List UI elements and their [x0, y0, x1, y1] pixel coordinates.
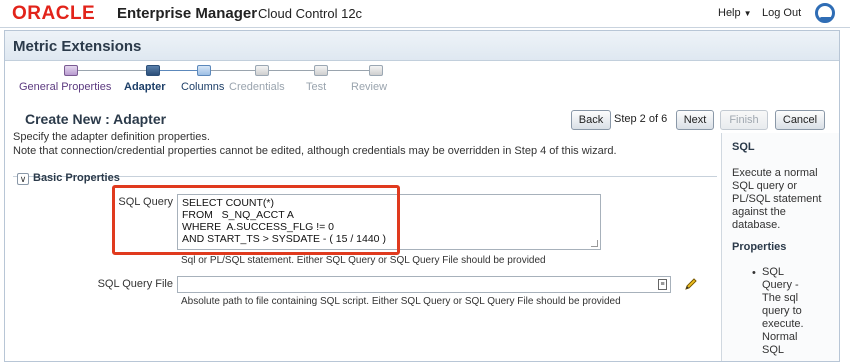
train-step-label: Adapter	[124, 81, 166, 93]
train-connector	[269, 70, 319, 71]
train-step-label: General Properties	[19, 81, 112, 93]
next-button[interactable]: Next	[676, 110, 714, 130]
help-panel-property-item: SQL Query - The sql query to execute. No…	[762, 266, 822, 357]
train-node-icon	[64, 65, 78, 76]
top-header: ORACLE Enterprise Manager Cloud Control …	[0, 0, 850, 28]
product-edition: Cloud Control 12c	[258, 6, 363, 21]
train-step-label: Test	[306, 81, 327, 93]
sql-query-label: SQL Query	[118, 196, 173, 208]
help-text-line: Execute a normal	[732, 167, 818, 179]
finish-button: Finish	[720, 110, 768, 130]
sql-line: FROM S_NQ_ACCT A	[182, 209, 294, 221]
sql-query-file-label: SQL Query File	[97, 278, 173, 290]
help-item-line: SQL	[762, 344, 785, 356]
step-indicator: Step 2 of 6	[614, 113, 668, 125]
help-text-line: database.	[732, 219, 781, 231]
wizard-heading: Create New : Adapter	[25, 111, 167, 127]
help-item-line: query to	[762, 305, 802, 317]
help-text-line: PL/SQL statement	[732, 193, 822, 205]
help-item-line: Normal	[762, 331, 798, 343]
logout-link[interactable]: Log Out	[762, 7, 801, 19]
train-node-icon	[255, 65, 269, 76]
page-title: Metric Extensions	[13, 38, 142, 55]
sql-line: SELECT COUNT(*)	[182, 197, 274, 209]
train-connector	[211, 70, 261, 71]
train-step-label: Columns	[181, 81, 225, 93]
collapse-toggle-icon[interactable]: ∨	[17, 173, 29, 185]
sql-query-textarea[interactable]: SELECT COUNT(*) FROM S_NQ_ACCT A WHERE A…	[177, 194, 601, 250]
help-panel-title: SQL	[732, 141, 755, 153]
sql-query-file-hint: Absolute path to file containing SQL scr…	[181, 296, 621, 307]
train-node-icon	[369, 65, 383, 76]
train-node-icon	[197, 65, 211, 76]
sql-line: AND START_TS > SYSDATE - ( 15 / 1440 )	[182, 233, 386, 245]
section-title-basic-properties[interactable]: Basic Properties	[33, 172, 120, 184]
train-connector	[77, 70, 149, 71]
help-panel-text: Execute a normal SQL query or PL/SQL sta…	[732, 167, 832, 232]
help-item-line: The sql	[762, 292, 799, 304]
wizard-train: General Properties Adapter Columns Crede…	[5, 65, 425, 95]
product-title: Enterprise Manager	[117, 5, 258, 22]
help-text-line: against the	[732, 206, 786, 218]
page-header: Metric Extensions	[5, 31, 839, 61]
sql-query-file-input[interactable]: ≡	[177, 276, 671, 293]
oracle-o-icon	[815, 3, 835, 23]
resize-handle-icon[interactable]	[591, 240, 598, 247]
bullet-icon: •	[752, 267, 756, 279]
oracle-logo: ORACLE	[12, 3, 96, 24]
help-panel: SQL Execute a normal SQL query or PL/SQL…	[721, 133, 839, 361]
help-item-line: SQL	[762, 266, 785, 278]
train-step-label: Review	[351, 81, 388, 93]
help-item-line: execute.	[762, 318, 804, 330]
sql-line: WHERE A.SUCCESS_FLG != 0	[182, 221, 335, 233]
cancel-button[interactable]: Cancel	[775, 110, 825, 130]
back-button[interactable]: Back	[571, 110, 611, 130]
pencil-edit-icon[interactable]	[683, 276, 699, 292]
train-node-icon	[146, 65, 160, 76]
help-label: Help	[718, 7, 741, 19]
help-text-line: SQL query or	[732, 180, 798, 192]
train-node-icon	[314, 65, 328, 76]
help-menu[interactable]: Help ▼	[718, 7, 752, 19]
wizard-description: Specify the adapter definition propertie…	[13, 131, 210, 143]
sql-query-hint: Sql or PL/SQL statement. Either SQL Quer…	[181, 255, 546, 266]
help-item-line: Query -	[762, 279, 799, 291]
train-connector	[327, 70, 373, 71]
train-step-label: Credentials	[229, 81, 285, 93]
help-panel-properties-title: Properties	[732, 241, 787, 253]
wizard-note: Note that connection/credential properti…	[13, 145, 617, 157]
chevron-down-icon: ▼	[743, 9, 752, 18]
main-frame: Metric Extensions General Properties Ada…	[4, 30, 840, 362]
file-browse-icon[interactable]: ≡	[658, 279, 667, 290]
